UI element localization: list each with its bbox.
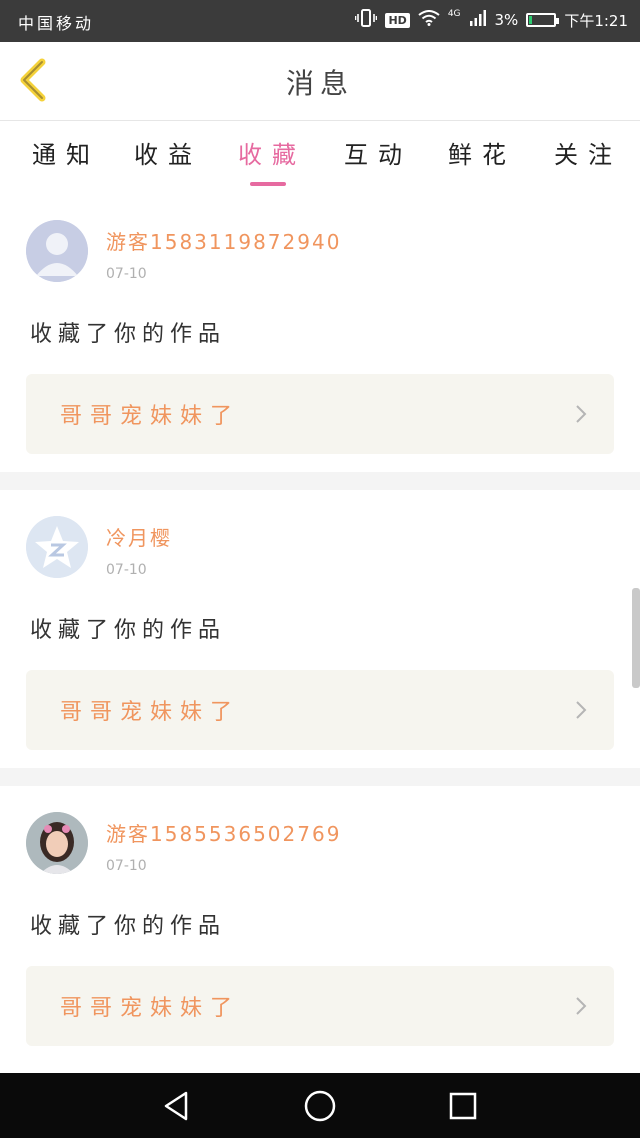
work-title: 哥哥宠妹妹了 <box>60 404 241 429</box>
qzone-star-avatar-icon <box>26 516 88 578</box>
square-recents-icon <box>449 1092 477 1120</box>
battery-percent: 3% <box>494 11 519 29</box>
nav-recents-button[interactable] <box>446 1089 480 1123</box>
app-header: 消息 <box>0 42 640 121</box>
chevron-right-icon <box>576 701 587 719</box>
user-avatar[interactable] <box>26 220 88 282</box>
card-separator <box>0 768 640 786</box>
work-title: 哥哥宠妹妹了 <box>60 996 241 1021</box>
message-action: 收藏了你的作品 <box>30 914 227 939</box>
page-title: 消息 <box>285 67 354 100</box>
message-card: 游客1585536502769 07-10 收藏了你的作品 哥哥宠妹妹了 <box>0 786 640 1073</box>
username[interactable]: 游客1583119872940 <box>106 226 341 255</box>
user-avatar[interactable] <box>26 516 88 578</box>
vibrate-icon <box>355 9 378 31</box>
network-type: 4G <box>447 9 461 19</box>
nav-back-button[interactable] <box>160 1089 194 1123</box>
tab-favorites[interactable]: 收藏 <box>238 135 306 170</box>
message-action: 收藏了你的作品 <box>30 618 227 643</box>
message-date: 07-10 <box>106 562 147 578</box>
circle-home-icon <box>304 1090 336 1122</box>
chevron-right-icon <box>576 405 587 423</box>
active-tab-indicator <box>250 182 286 186</box>
username[interactable]: 游客1585536502769 <box>106 818 341 847</box>
username[interactable]: 冷月樱 <box>106 522 172 551</box>
system-nav-bar <box>0 1073 640 1138</box>
girl-photo-avatar-icon <box>26 812 88 874</box>
card-separator <box>0 472 640 490</box>
tab-follow[interactable]: 关注 <box>554 135 622 170</box>
chevron-right-icon <box>576 997 587 1015</box>
default-user-avatar-icon <box>26 220 88 282</box>
message-card: 游客1583119872940 07-10 收藏了你的作品 哥哥宠妹妹了 <box>0 194 640 472</box>
tab-interaction[interactable]: 互动 <box>344 135 412 170</box>
user-avatar[interactable] <box>26 812 88 874</box>
message-date: 07-10 <box>106 266 147 282</box>
signal-icon <box>469 9 487 31</box>
triangle-back-icon <box>164 1091 188 1121</box>
wifi-icon <box>418 10 440 30</box>
nav-home-button[interactable] <box>303 1089 337 1123</box>
tab-notice[interactable]: 通知 <box>32 135 100 170</box>
message-card: 冷月樱 07-10 收藏了你的作品 哥哥宠妹妹了 <box>0 490 640 768</box>
tab-bar: 通知 收益 收藏 互动 鲜花 关注 <box>0 121 640 193</box>
work-link[interactable]: 哥哥宠妹妹了 <box>26 670 614 750</box>
work-link[interactable]: 哥哥宠妹妹了 <box>26 374 614 454</box>
work-link[interactable]: 哥哥宠妹妹了 <box>26 966 614 1046</box>
battery-icon <box>526 13 560 27</box>
hd-badge: HD <box>385 12 410 28</box>
tab-earnings[interactable]: 收益 <box>134 135 202 170</box>
status-bar: 中国移动 HD 4G 3% 下午1:21 <box>0 0 640 42</box>
message-date: 07-10 <box>106 858 147 874</box>
tab-flowers[interactable]: 鲜花 <box>448 135 516 170</box>
message-action: 收藏了你的作品 <box>30 322 227 347</box>
work-title: 哥哥宠妹妹了 <box>60 700 241 725</box>
carrier-label: 中国移动 <box>18 14 95 33</box>
clock: 下午1:21 <box>564 11 628 30</box>
status-icons: HD 4G 3% 下午1:21 <box>355 9 628 31</box>
scrollbar[interactable] <box>632 588 640 688</box>
